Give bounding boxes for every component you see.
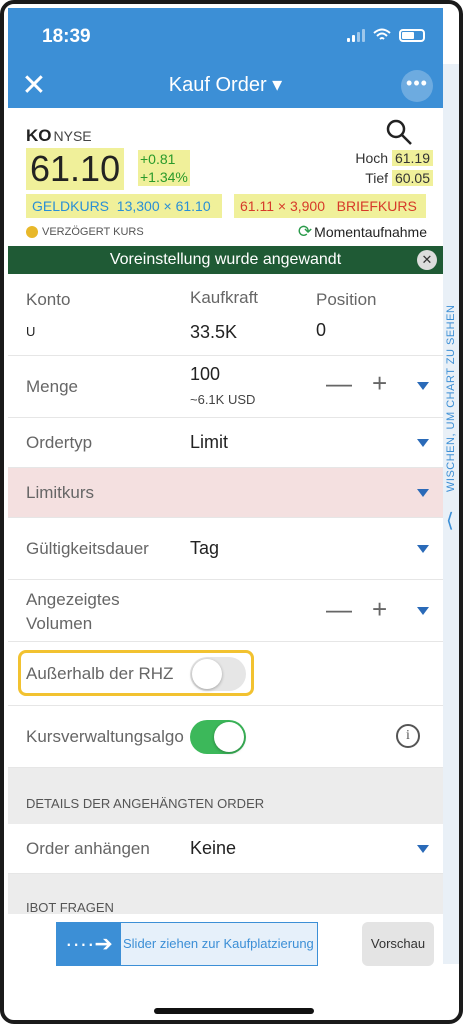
change-abs: +0.81 [138, 150, 190, 168]
menge-plus-button[interactable]: + [372, 368, 387, 399]
preset-banner: Voreinstellung wurde angewandt ✕ [8, 246, 443, 274]
volumen-plus-button[interactable]: + [372, 594, 387, 625]
limitkurs-row[interactable]: Limitkurs [8, 468, 443, 518]
delayed-label: VERZÖGERT KURS [42, 226, 144, 238]
symbol-ticker: KO [26, 126, 52, 145]
algo-label: Kursverwaltungsalgo [26, 727, 184, 746]
position-label: Position [316, 290, 377, 309]
algo-toggle-knob [214, 722, 244, 752]
konto-label: Konto [26, 290, 71, 309]
volumen-row[interactable]: Angezeigtes Volumen — + [8, 580, 443, 642]
high-low: Hoch 61.19 Tief 60.05 [355, 148, 433, 188]
quote-panel: KO NYSE 61.10 +0.81 +1.34% Hoch 61.19 Tie… [8, 108, 443, 246]
menge-sub: ~6.1K USD [190, 392, 256, 407]
volumen-minus-button[interactable]: — [326, 594, 352, 625]
status-bar: 18:39 [8, 8, 443, 64]
algo-row: Kursverwaltungsalgo i [8, 706, 443, 768]
snapshot-button[interactable]: ⟳ Momentaufnahme [298, 222, 427, 242]
wifi-icon [373, 28, 391, 40]
anhaengen-label: Order anhängen [26, 839, 150, 858]
exchange: NYSE [53, 128, 92, 144]
chart-swipe-hint: WISCHEN, UM CHART ZU SEHEN [445, 304, 457, 492]
home-indicator[interactable] [154, 1008, 314, 1014]
order-type-title[interactable]: Kauf Order ▾ [8, 72, 443, 97]
last-price: 61.10 [26, 148, 125, 190]
anhaengen-value[interactable]: Keine [190, 838, 236, 859]
menge-row[interactable]: Menge 100 ~6.1K USD — + [8, 356, 443, 418]
konto-value: U [26, 324, 36, 339]
banner-close-icon[interactable]: ✕ [417, 250, 437, 270]
info-icon[interactable]: i [396, 724, 420, 748]
menge-chevron-down-icon[interactable] [417, 382, 429, 390]
status-time: 18:39 [42, 26, 91, 47]
more-icon[interactable]: ••• [401, 70, 433, 102]
rhz-highlight [18, 650, 254, 696]
volumen-chevron-down-icon[interactable] [417, 607, 429, 615]
high-value: 61.19 [391, 150, 433, 166]
banner-text: Voreinstellung wurde angewandt [109, 251, 342, 268]
kaufkraft-value: 33.5K [190, 322, 238, 342]
app-frame: 18:39 ✕ Kauf Order ▾ ••• KO NYSE 61.10 +0… [0, 0, 463, 1024]
nav-bar: ✕ Kauf Order ▾ ••• [8, 64, 443, 108]
position-value: 0 [316, 320, 327, 340]
refresh-icon: ⟳ [297, 222, 313, 241]
algo-toggle[interactable] [190, 720, 246, 754]
ibot-section-header: IBOT FRAGEN [8, 874, 443, 915]
kaufkraft-label: Kaufkraft [190, 288, 259, 307]
ibot-section-label: IBOT FRAGEN [26, 900, 114, 915]
ordertyp-row[interactable]: Ordertyp Limit [8, 418, 443, 468]
bid-quote[interactable]: GELDKURS 13,300 × 61.10 [26, 194, 222, 218]
menge-label: Menge [26, 377, 78, 396]
status-icons [347, 28, 425, 42]
search-icon[interactable] [385, 118, 413, 146]
anhaengen-row[interactable]: Order anhängen Keine [8, 824, 443, 874]
volumen-label-line2: Volumen [26, 614, 93, 633]
limitkurs-chevron-down-icon[interactable] [417, 489, 429, 497]
battery-icon [399, 28, 425, 42]
preview-button[interactable]: Vorschau [362, 922, 434, 966]
ordertyp-chevron-down-icon[interactable] [417, 439, 429, 447]
bottom-action-bar: ····➔ Slider ziehen zur Kaufplatzierung … [8, 914, 443, 974]
purchase-slider[interactable]: ····➔ Slider ziehen zur Kaufplatzierung [56, 922, 318, 966]
menge-minus-button[interactable]: — [326, 368, 352, 399]
change-pct: +1.34% [138, 168, 190, 186]
limitkurs-label: Limitkurs [26, 483, 95, 502]
slider-text: Slider ziehen zur Kaufplatzierung [123, 936, 314, 951]
low-value: 60.05 [391, 170, 433, 186]
volumen-label-line1: Angezeigtes [26, 590, 120, 609]
ask-quote[interactable]: 61.11 × 3,900 BRIEFKURS [234, 194, 426, 218]
clock-icon [26, 226, 38, 239]
gueltigkeit-value[interactable]: Tag [190, 538, 219, 559]
menge-value[interactable]: 100 [190, 364, 220, 385]
account-row: Konto U Kaufkraft 33.5K Position 0 [8, 274, 443, 356]
low-label: Tief [365, 170, 389, 186]
signal-icon [347, 28, 365, 42]
ordertyp-value[interactable]: Limit [190, 432, 228, 453]
details-section-header: DETAILS DER ANGEHÄNGTEN ORDER [8, 768, 443, 824]
snapshot-label: Momentaufnahme [314, 224, 427, 240]
gueltigkeit-row[interactable]: Gültigkeitsdauer Tag [8, 518, 443, 580]
gueltigkeit-label: Gültigkeitsdauer [26, 539, 149, 558]
symbol: KO NYSE [26, 126, 92, 146]
high-label: Hoch [355, 150, 389, 166]
slider-arrow-icon[interactable]: ····➔ [57, 923, 121, 965]
gueltigkeit-chevron-down-icon[interactable] [417, 545, 429, 553]
chevron-left-icon[interactable]: ⟨ [446, 508, 454, 533]
price-change: +0.81 +1.34% [138, 150, 190, 186]
details-section-label: DETAILS DER ANGEHÄNGTEN ORDER [26, 796, 265, 811]
delayed-indicator: VERZÖGERT KURS [26, 226, 144, 239]
ordertyp-label: Ordertyp [26, 433, 93, 452]
anhaengen-chevron-down-icon[interactable] [417, 845, 429, 853]
